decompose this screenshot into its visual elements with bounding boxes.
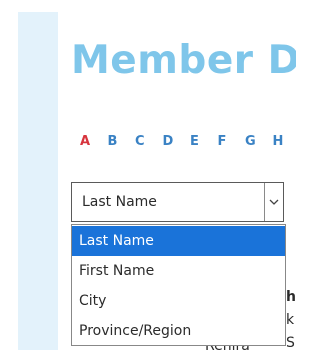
letter-e-link[interactable]: E [190, 134, 218, 149]
letter-c-link[interactable]: C [135, 134, 163, 149]
page: Member Dir A B C D E F G H h k S Renira … [0, 0, 296, 350]
letter-a-link[interactable]: A [80, 134, 108, 149]
option-first-name[interactable]: First Name [72, 256, 285, 286]
page-title: Member Dir [71, 38, 296, 83]
member-detail-fragment: k [286, 312, 295, 328]
option-city[interactable]: City [72, 286, 285, 316]
letter-h-link[interactable]: H [273, 134, 297, 149]
chevron-down-icon[interactable] [264, 183, 283, 221]
letter-d-link[interactable]: D [163, 134, 191, 149]
member-name-fragment: h [286, 289, 296, 305]
sort-by-selected-value: Last Name [82, 194, 157, 210]
letter-g-link[interactable]: G [245, 134, 273, 149]
left-margin [0, 0, 18, 350]
sort-by-dropdown-list: Last Name First Name City Province/Regio… [71, 224, 286, 346]
letter-f-link[interactable]: F [218, 134, 246, 149]
option-province-region[interactable]: Province/Region [72, 316, 285, 346]
letter-b-link[interactable]: B [108, 134, 136, 149]
sort-by-select[interactable]: Last Name [71, 182, 284, 222]
member-detail-fragment-2: S [286, 335, 295, 350]
option-last-name[interactable]: Last Name [72, 226, 285, 256]
alphabet-filter: A B C D E F G H [80, 134, 296, 149]
